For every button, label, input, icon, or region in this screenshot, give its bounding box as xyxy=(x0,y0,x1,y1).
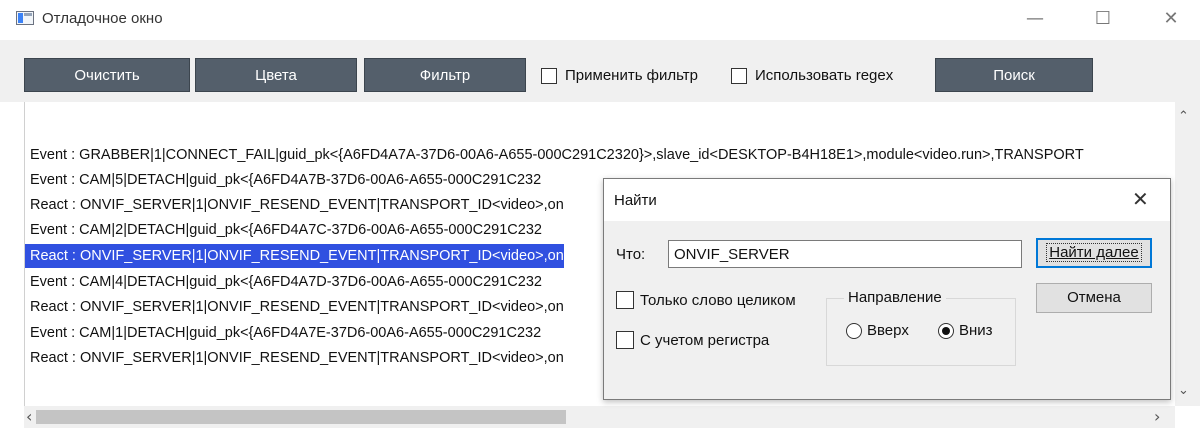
maximize-button[interactable]: ☐ xyxy=(1088,6,1118,32)
direction-label: Направление xyxy=(844,289,946,306)
find-dialog-title: Найти xyxy=(614,192,657,209)
scroll-up-icon[interactable]: ⌃ xyxy=(1178,108,1189,124)
filter-button[interactable]: Фильтр xyxy=(364,58,526,92)
scroll-left-icon[interactable]: ‹ xyxy=(26,407,32,426)
use-regex-label[interactable]: Использовать regex xyxy=(755,67,893,84)
find-next-button[interactable]: Найти далее xyxy=(1036,238,1152,268)
direction-up-label[interactable]: Вверх xyxy=(867,322,909,339)
log-line[interactable]: React : ONVIF_SERVER|1|ONVIF_RESEND_EVEN… xyxy=(30,346,564,370)
apply-filter-label[interactable]: Применить фильтр xyxy=(565,67,698,84)
find-dialog-titlebar: Найти ✕ xyxy=(604,179,1170,221)
match-case-checkbox[interactable] xyxy=(616,331,634,349)
apply-filter-checkbox[interactable] xyxy=(541,68,557,84)
horizontal-scrollbar-thumb[interactable] xyxy=(36,410,566,424)
log-line[interactable]: React : ONVIF_SERVER|1|ONVIF_RESEND_EVEN… xyxy=(30,193,564,217)
direction-up-radio[interactable] xyxy=(846,323,862,339)
clear-button[interactable]: Очистить xyxy=(24,58,190,92)
log-line[interactable]: Event : CAM|4|DETACH|guid_pk<{A6FD4A7D-3… xyxy=(30,270,542,294)
log-line[interactable]: Event : CAM|2|DETACH|guid_pk<{A6FD4A7C-3… xyxy=(30,218,542,242)
log-line[interactable]: Event : CAM|5|DETACH|guid_pk<{A6FD4A7B-3… xyxy=(30,168,541,192)
window-title: Отладочное окно xyxy=(42,10,163,27)
direction-down-label[interactable]: Вниз xyxy=(959,322,993,339)
find-next-label: Найти далее xyxy=(1046,243,1142,262)
log-line[interactable]: Event : GRABBER|1|CONNECT_FAIL|guid_pk<{… xyxy=(30,143,1084,167)
find-what-input[interactable] xyxy=(668,240,1022,268)
log-line[interactable]: Event : CAM|1|DETACH|guid_pk<{A6FD4A7E-3… xyxy=(30,321,541,345)
find-what-label: Что: xyxy=(616,246,646,263)
close-icon[interactable]: ✕ xyxy=(1132,187,1149,211)
match-case-label[interactable]: С учетом регистра xyxy=(640,332,769,349)
log-line[interactable]: React : ONVIF_SERVER|1|ONVIF_RESEND_EVEN… xyxy=(30,295,564,319)
cancel-button[interactable]: Отмена xyxy=(1036,283,1152,313)
toolbar: Очистить Цвета Фильтр Применить фильтр И… xyxy=(0,40,1200,102)
vertical-scrollbar[interactable] xyxy=(1175,102,1200,406)
whole-word-checkbox[interactable] xyxy=(616,291,634,309)
scroll-right-icon[interactable]: › xyxy=(1154,407,1160,426)
whole-word-label[interactable]: Только слово целиком xyxy=(640,292,796,309)
use-regex-checkbox[interactable] xyxy=(731,68,747,84)
log-line-selected[interactable]: React : ONVIF_SERVER|1|ONVIF_RESEND_EVEN… xyxy=(25,244,564,268)
scroll-down-icon[interactable]: ⌄ xyxy=(1178,382,1189,398)
title-bar: Отладочное окно — ☐ ✕ xyxy=(0,0,1200,40)
colors-button[interactable]: Цвета xyxy=(195,58,357,92)
minimize-button[interactable]: — xyxy=(1020,6,1050,32)
direction-down-radio[interactable] xyxy=(938,323,954,339)
app-icon xyxy=(16,11,34,25)
search-button[interactable]: Поиск xyxy=(935,58,1093,92)
find-dialog: Найти ✕ Что: Найти далее Отмена Только с… xyxy=(603,178,1171,400)
close-window-button[interactable]: ✕ xyxy=(1156,6,1186,32)
